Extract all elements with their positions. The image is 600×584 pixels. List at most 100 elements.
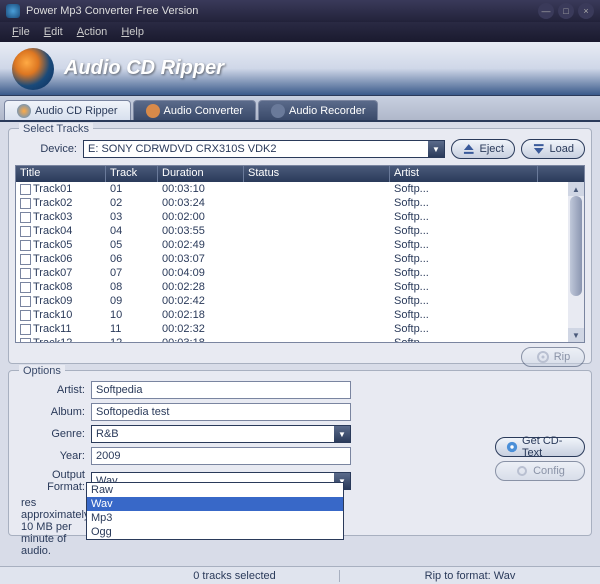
track-checkbox[interactable]	[20, 254, 31, 265]
table-body[interactable]: Track010100:03:10Softp...Track020200:03:…	[16, 182, 584, 343]
tab-audio-cd-ripper[interactable]: Audio CD Ripper	[4, 100, 131, 120]
track-checkbox[interactable]	[20, 338, 31, 343]
close-button[interactable]: ×	[578, 3, 594, 19]
tab-audio-recorder[interactable]: Audio Recorder	[258, 100, 378, 120]
genre-label: Genre:	[15, 428, 85, 440]
dropdown-arrow-icon[interactable]: ▼	[428, 141, 444, 157]
tabbar: Audio CD Ripper Audio Converter Audio Re…	[0, 96, 600, 122]
track-checkbox[interactable]	[20, 310, 31, 321]
load-label: Load	[550, 143, 574, 155]
load-button[interactable]: Load	[521, 139, 585, 159]
get-cdtext-button[interactable]: Get CD-Text	[495, 437, 585, 457]
genre-value: R&B	[92, 428, 334, 440]
cd-icon	[17, 104, 31, 118]
tab-label: Audio Converter	[164, 105, 244, 117]
track-checkbox[interactable]	[20, 240, 31, 251]
tracks-table: Title Track Duration Status Artist Track…	[15, 165, 585, 343]
eject-icon	[462, 142, 476, 156]
format-dropdown[interactable]: RawWavMp3Ogg	[86, 482, 344, 540]
track-checkbox[interactable]	[20, 226, 31, 237]
table-row[interactable]: Track111100:02:32Softp...	[16, 322, 584, 336]
select-tracks-panel: Select Tracks Device: E: SONY CDRWDVD CR…	[8, 128, 592, 364]
options-panel: Options Artist: Album: Genre: R&B ▼ Get …	[8, 370, 592, 536]
table-row[interactable]: Track030300:02:00Softp...	[16, 210, 584, 224]
dropdown-item[interactable]: Ogg	[87, 525, 343, 539]
track-checkbox[interactable]	[20, 184, 31, 195]
table-row[interactable]: Track040400:03:55Softp...	[16, 224, 584, 238]
year-label: Year:	[15, 450, 85, 462]
track-checkbox[interactable]	[20, 296, 31, 307]
artist-label: Artist:	[15, 384, 85, 396]
menu-file[interactable]: FFileile	[6, 24, 36, 40]
column-artist[interactable]: Artist	[390, 166, 538, 182]
rip-label: Rip	[554, 351, 571, 363]
year-input[interactable]	[91, 447, 351, 465]
table-row[interactable]: Track080800:02:28Softp...	[16, 280, 584, 294]
status-tracks-selected: 0 tracks selected	[130, 570, 340, 582]
app-icon	[6, 4, 20, 18]
panel-title: Select Tracks	[19, 123, 93, 135]
format-hint: res approximately 10 MB per minute of au…	[15, 497, 85, 557]
track-checkbox[interactable]	[20, 282, 31, 293]
maximize-button[interactable]: □	[558, 3, 574, 19]
tab-label: Audio CD Ripper	[35, 105, 118, 117]
toolbar: Audio CD Ripper	[0, 42, 600, 96]
panel-title: Options	[19, 365, 65, 377]
format-label: Output Format:	[15, 469, 85, 493]
table-header: Title Track Duration Status Artist	[16, 166, 584, 182]
config-label: Config	[533, 465, 565, 477]
statusbar: 0 tracks selected Rip to format: Wav	[0, 566, 600, 584]
track-checkbox[interactable]	[20, 198, 31, 209]
column-title[interactable]: Title	[16, 166, 106, 182]
dropdown-item[interactable]: Raw	[87, 483, 343, 497]
tab-audio-converter[interactable]: Audio Converter	[133, 100, 257, 120]
column-status[interactable]: Status	[244, 166, 390, 182]
status-rip-format: Rip to format: Wav	[340, 570, 600, 582]
menu-help[interactable]: HelpHelp	[115, 24, 150, 40]
gear-icon	[515, 464, 529, 478]
artist-input[interactable]	[91, 381, 351, 399]
table-row[interactable]: Track121200:03:18Softp...	[16, 336, 584, 343]
genre-combo[interactable]: R&B ▼	[91, 425, 351, 443]
menu-edit[interactable]: EditEdit	[38, 24, 69, 40]
scrollbar[interactable]: ▲ ▼	[568, 182, 584, 342]
album-label: Album:	[15, 406, 85, 418]
table-row[interactable]: Track090900:02:42Softp...	[16, 294, 584, 308]
get-cdtext-label: Get CD-Text	[522, 435, 574, 459]
recorder-icon	[271, 104, 285, 118]
device-combo[interactable]: E: SONY CDRWDVD CRX310S VDK2 ▼	[83, 140, 445, 158]
table-row[interactable]: Track101000:02:18Softp...	[16, 308, 584, 322]
scrollbar-thumb[interactable]	[570, 196, 582, 296]
config-button: Config	[495, 461, 585, 481]
toolbar-title: Audio CD Ripper	[64, 57, 224, 80]
device-label: Device:	[15, 143, 77, 155]
converter-icon	[146, 104, 160, 118]
menu-action[interactable]: ActionAction	[71, 24, 114, 40]
eject-label: Eject	[480, 143, 504, 155]
column-duration[interactable]: Duration	[158, 166, 244, 182]
device-value: E: SONY CDRWDVD CRX310S VDK2	[84, 143, 428, 155]
album-input[interactable]	[91, 403, 351, 421]
eject-button[interactable]: Eject	[451, 139, 515, 159]
scroll-down-icon[interactable]: ▼	[568, 328, 584, 342]
tab-label: Audio Recorder	[289, 105, 365, 117]
app-logo-icon	[12, 48, 54, 90]
track-checkbox[interactable]	[20, 324, 31, 335]
column-track[interactable]: Track	[106, 166, 158, 182]
table-row[interactable]: Track020200:03:24Softp...	[16, 196, 584, 210]
rip-icon	[536, 350, 550, 364]
table-row[interactable]: Track060600:03:07Softp...	[16, 252, 584, 266]
cd-icon	[506, 440, 518, 454]
table-row[interactable]: Track010100:03:10Softp...	[16, 182, 584, 196]
dropdown-arrow-icon[interactable]: ▼	[334, 426, 350, 442]
dropdown-item[interactable]: Mp3	[87, 511, 343, 525]
dropdown-item[interactable]: Wav	[87, 497, 343, 511]
minimize-button[interactable]: —	[538, 3, 554, 19]
track-checkbox[interactable]	[20, 268, 31, 279]
load-icon	[532, 142, 546, 156]
window-title: Power Mp3 Converter Free Version	[26, 5, 538, 17]
table-row[interactable]: Track070700:04:09Softp...	[16, 266, 584, 280]
scroll-up-icon[interactable]: ▲	[568, 182, 584, 196]
table-row[interactable]: Track050500:02:49Softp...	[16, 238, 584, 252]
track-checkbox[interactable]	[20, 212, 31, 223]
